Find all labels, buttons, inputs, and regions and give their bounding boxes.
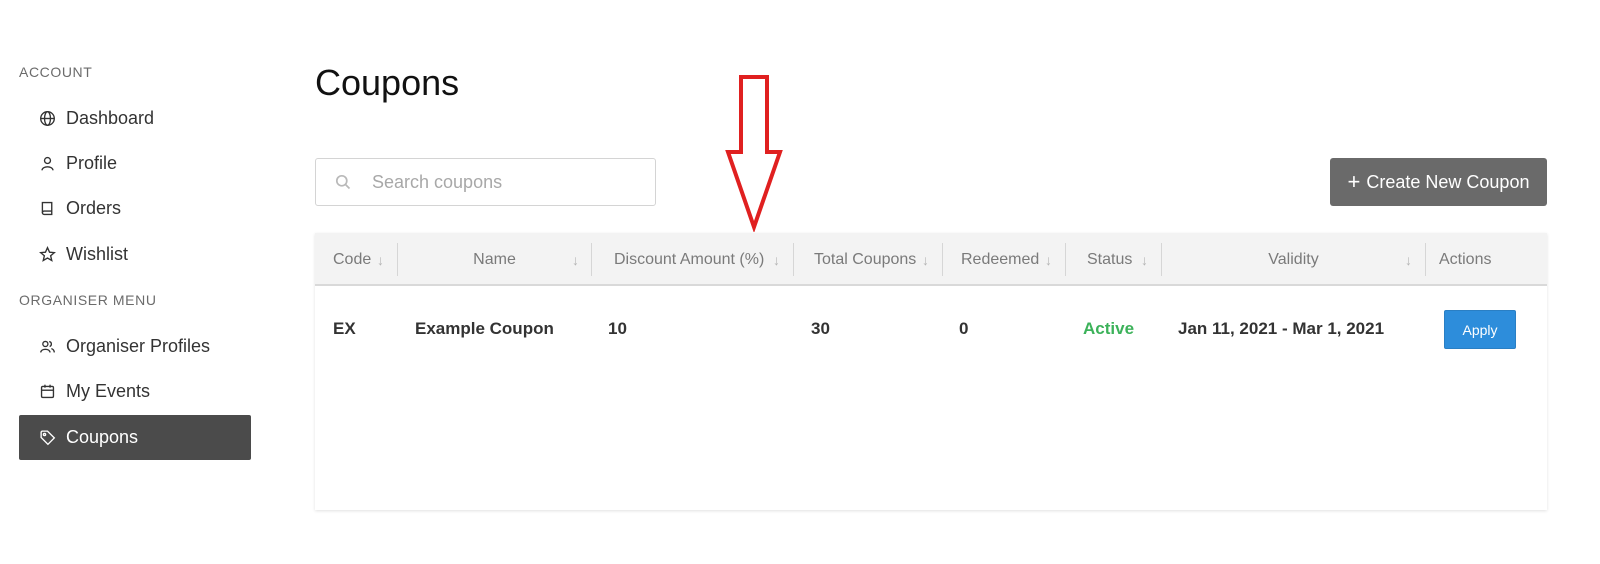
apply-button[interactable]: Apply (1444, 310, 1516, 349)
tag-icon (37, 428, 57, 448)
page-title: Coupons (315, 62, 460, 103)
sidebar-item-dashboard[interactable]: Dashboard (19, 96, 251, 140)
column-header-discount[interactable]: Discount Amount (%) ↓ (592, 233, 793, 286)
column-header-total-coupons[interactable]: Total Coupons ↓ (794, 233, 942, 286)
column-header-label: Name (473, 250, 516, 268)
cell-name: Example Coupon (415, 319, 554, 338)
sort-arrow-icon[interactable]: ↓ (773, 252, 780, 268)
search-box[interactable] (315, 158, 656, 206)
users-icon (37, 336, 57, 356)
column-header-redeemed[interactable]: Redeemed ↓ (943, 233, 1065, 286)
sort-arrow-icon[interactable]: ↓ (572, 252, 579, 268)
sidebar-item-orders[interactable]: Orders (19, 186, 251, 230)
column-header-actions: Actions (1426, 233, 1547, 286)
status-badge: Active (1083, 319, 1135, 338)
cell-validity: Jan 11, 2021 - Mar 1, 2021 (1178, 319, 1385, 338)
create-new-coupon-button[interactable]: + Create New Coupon (1330, 158, 1547, 206)
sort-arrow-icon[interactable]: ↓ (1045, 252, 1052, 268)
sort-arrow-icon[interactable]: ↓ (1405, 252, 1412, 268)
column-header-label: Validity (1268, 250, 1319, 268)
sort-arrow-icon[interactable]: ↓ (922, 252, 929, 268)
column-header-label: Actions (1439, 250, 1492, 268)
calendar-icon (37, 381, 57, 401)
sidebar-item-label: My Events (66, 380, 151, 401)
column-header-name[interactable]: Name ↓ (398, 233, 591, 286)
column-header-label: Redeemed (961, 250, 1040, 268)
sidebar-item-wishlist[interactable]: Wishlist (19, 232, 251, 276)
column-header-code[interactable]: Code ↓ (333, 233, 397, 286)
sidebar-item-label: Orders (66, 197, 122, 218)
column-header-label: Code (333, 250, 372, 268)
sidebar: ACCOUNT Dashboard Profile Orders Wishlis… (0, 0, 270, 564)
user-icon (37, 153, 57, 173)
column-header-validity[interactable]: Validity ↓ (1162, 233, 1425, 286)
coupons-table: Code ↓ Name ↓ Discount Amount (%) ↓ Tota… (315, 233, 1547, 510)
globe-icon (37, 108, 57, 128)
cell-discount: 10 (608, 319, 627, 338)
create-new-coupon-label: Create New Coupon (1366, 171, 1530, 192)
account-section-heading: ACCOUNT (19, 64, 93, 80)
column-header-label: Status (1087, 250, 1133, 268)
sidebar-item-organiser-profiles[interactable]: Organiser Profiles (19, 324, 251, 368)
book-icon (37, 198, 57, 218)
sidebar-item-label: Profile (66, 152, 118, 173)
table-header: Code ↓ Name ↓ Discount Amount (%) ↓ Tota… (315, 233, 1547, 286)
sidebar-item-coupons[interactable]: Coupons (19, 415, 251, 460)
sidebar-item-label: Coupons (66, 427, 139, 447)
search-input[interactable] (370, 170, 640, 194)
column-header-status[interactable]: Status ↓ (1066, 233, 1161, 286)
plus-icon: + (1347, 169, 1361, 194)
sort-arrow-icon[interactable]: ↓ (1141, 252, 1148, 268)
sidebar-item-profile[interactable]: Profile (19, 141, 251, 185)
star-icon (37, 244, 57, 264)
annotation-down-arrow-icon (725, 75, 783, 232)
search-icon (335, 174, 351, 190)
sidebar-item-label: Wishlist (66, 243, 128, 264)
cell-code: EX (333, 319, 356, 338)
sidebar-item-label: Dashboard (66, 107, 155, 128)
column-header-label: Total Coupons (814, 250, 917, 268)
cell-total-coupons: 30 (811, 319, 830, 338)
sidebar-item-my-events[interactable]: My Events (19, 369, 251, 413)
sort-arrow-icon[interactable]: ↓ (377, 252, 384, 268)
cell-redeemed: 0 (959, 319, 969, 338)
organiser-section-heading: ORGANISER MENU (19, 292, 157, 308)
sidebar-item-label: Organiser Profiles (66, 335, 211, 356)
column-header-label: Discount Amount (%) (614, 250, 765, 268)
